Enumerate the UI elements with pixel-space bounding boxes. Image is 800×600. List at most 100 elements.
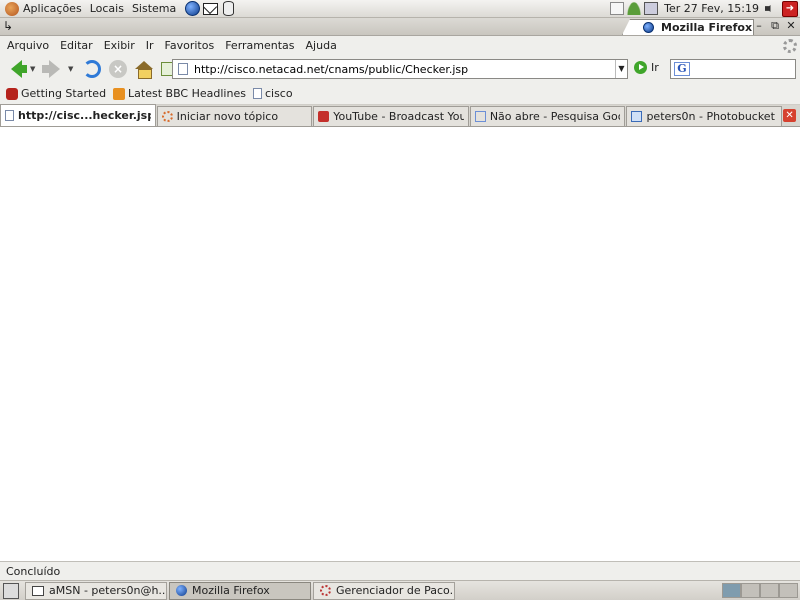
window-titlebar[interactable]: ↳ Mozilla Firefox – ⧉ ✕	[0, 18, 800, 36]
workspace-1[interactable]	[722, 583, 741, 598]
logout-icon[interactable]: ➜	[782, 0, 798, 17]
task-label: Mozilla Firefox	[192, 584, 270, 597]
globe-icon	[176, 585, 187, 596]
bookmark-label: Getting Started	[21, 87, 107, 100]
amsn-tray-icon[interactable]	[627, 2, 642, 15]
menu-bar: Arquivo Editar Exibir Ir Favoritos Ferra…	[0, 36, 800, 55]
tab-google-search[interactable]: Não abre - Pesquisa Goo...	[469, 106, 626, 126]
reload-icon	[83, 60, 101, 78]
search-bar[interactable]: G	[670, 59, 796, 79]
tab-checker[interactable]: http://cisc...hecker.jsp	[0, 104, 156, 126]
menu-aplicacoes[interactable]: Aplicações	[19, 2, 86, 15]
task-package-manager[interactable]: Gerenciador de Paco...	[313, 581, 455, 600]
ubuntu-icon	[161, 111, 173, 122]
tab-label: Iniciar novo tópico	[176, 110, 279, 123]
page-icon	[178, 63, 188, 75]
page-icon	[252, 88, 262, 99]
go-icon	[634, 61, 647, 74]
bookmark-bbc-headlines[interactable]: Latest BBC Headlines	[113, 87, 246, 100]
task-firefox[interactable]: Mozilla Firefox	[169, 581, 311, 600]
bottom-panel: aMSN - peters0n@h... Mozilla Firefox Ger…	[0, 580, 800, 600]
menu-exibir[interactable]: Exibir	[98, 39, 140, 52]
forward-history-dropdown-icon[interactable]: ▼	[68, 65, 76, 73]
home-icon	[135, 61, 153, 79]
task-label: Gerenciador de Paco...	[336, 584, 455, 597]
panel-tray: Ter 27 Fev, 15:19 ➜	[610, 0, 800, 18]
search-input[interactable]	[693, 63, 793, 75]
bookmarks-toolbar: Getting Started Latest BBC Headlines cis…	[0, 83, 800, 105]
menu-favoritos[interactable]: Favoritos	[159, 39, 220, 52]
window-buttons: – ⧉ ✕	[752, 19, 798, 33]
bookmark-getting-started[interactable]: Getting Started	[6, 87, 106, 100]
network-tray-icon[interactable]	[644, 2, 659, 15]
tab-photobucket[interactable]: peters0n - Photobucket -...	[626, 106, 783, 126]
show-desktop-icon[interactable]	[3, 582, 19, 599]
forward-arrow-icon	[41, 60, 60, 78]
forward-button[interactable]	[41, 57, 66, 81]
youtube-icon	[318, 111, 330, 122]
menu-sistema[interactable]: Sistema	[128, 2, 180, 15]
top-panel: Aplicações Locais Sistema Ter 27 Fev, 15…	[0, 0, 800, 18]
page-icon	[5, 110, 14, 121]
close-window-button[interactable]: ✕	[784, 19, 798, 33]
back-arrow-icon	[10, 60, 27, 78]
tab-label: peters0n - Photobucket -...	[646, 110, 777, 123]
bookmark-label: cisco	[264, 87, 293, 100]
workspace-4[interactable]	[779, 583, 798, 598]
task-amsn[interactable]: aMSN - peters0n@h...	[25, 581, 167, 600]
stop-icon: ×	[109, 60, 127, 78]
mail-tray-icon[interactable]	[610, 2, 625, 15]
tab-iniciar-topico[interactable]: Iniciar novo tópico	[156, 106, 313, 126]
go-button[interactable]: Ir	[634, 61, 659, 74]
tab-label: YouTube - Broadcast You...	[333, 110, 464, 123]
url-bar[interactable]: ▼	[172, 59, 628, 79]
google-icon[interactable]: G	[674, 62, 690, 76]
mail-icon	[202, 2, 218, 15]
workspace-2[interactable]	[741, 583, 760, 598]
home-button[interactable]	[132, 57, 156, 81]
menu-ir[interactable]: Ir	[140, 39, 159, 52]
menu-locais[interactable]: Locais	[86, 2, 128, 15]
status-bar: Concluído	[0, 561, 800, 580]
tab-strip: http://cisc...hecker.jsp Iniciar novo tó…	[0, 104, 800, 127]
window-icon	[32, 585, 44, 596]
google-icon	[474, 111, 486, 122]
workspace-switcher	[722, 583, 798, 598]
tab-label: http://cisc...hecker.jsp	[18, 109, 151, 122]
url-dropdown-icon[interactable]: ▼	[615, 60, 627, 78]
minimize-button[interactable]: –	[752, 19, 766, 33]
navigation-toolbar: ▼ ▼ × ▼ Ir G	[0, 55, 800, 83]
gear-icon	[320, 585, 331, 596]
menu-ferramentas[interactable]: Ferramentas	[219, 39, 299, 52]
task-label: aMSN - peters0n@h...	[49, 584, 167, 597]
reload-button[interactable]	[80, 57, 104, 81]
bookmark-cisco[interactable]: cisco	[252, 87, 293, 100]
back-history-dropdown-icon[interactable]: ▼	[30, 65, 38, 73]
globe-icon	[184, 1, 200, 16]
gnome-foot-icon	[5, 1, 19, 16]
tab-label: Não abre - Pesquisa Goo...	[489, 110, 621, 123]
firefox-icon	[6, 87, 18, 100]
window-title-tab[interactable]: Mozilla Firefox	[622, 19, 754, 35]
volume-icon[interactable]	[765, 2, 774, 15]
maximize-button[interactable]: ⧉	[768, 19, 782, 33]
mail-launcher[interactable]	[202, 1, 218, 17]
status-text: Concluído	[6, 564, 61, 578]
firefox-launcher[interactable]	[184, 1, 200, 17]
window-menu-icon[interactable]: ↳	[3, 19, 13, 33]
go-label: Ir	[651, 61, 659, 74]
menu-arquivo[interactable]: Arquivo	[0, 39, 54, 52]
close-tab-icon[interactable]: ✕	[783, 109, 797, 122]
workspace-3[interactable]	[760, 583, 779, 598]
tab-youtube[interactable]: YouTube - Broadcast You...	[313, 106, 469, 126]
menu-ajuda[interactable]: Ajuda	[300, 39, 342, 52]
menu-editar[interactable]: Editar	[54, 39, 98, 52]
clock[interactable]: Ter 27 Fev, 15:19	[661, 2, 762, 15]
stop-button[interactable]: ×	[106, 57, 130, 81]
app-launcher[interactable]	[220, 1, 236, 17]
back-button[interactable]	[4, 57, 28, 81]
bookmark-label: Latest BBC Headlines	[128, 87, 246, 100]
page-content[interactable]	[0, 127, 800, 561]
throbber-icon	[783, 38, 797, 53]
url-input[interactable]	[194, 62, 615, 76]
